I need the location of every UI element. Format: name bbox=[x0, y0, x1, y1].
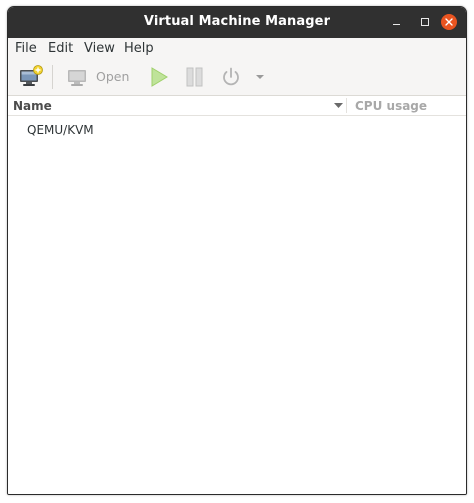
column-header-name[interactable]: Name bbox=[13, 99, 52, 113]
minimize-icon bbox=[393, 24, 400, 25]
pause-icon bbox=[186, 67, 203, 87]
close-icon bbox=[445, 18, 453, 26]
connection-list[interactable]: QEMU/KVM bbox=[8, 116, 466, 494]
menu-bar: File Edit View Help bbox=[8, 38, 466, 59]
connection-name: QEMU/KVM bbox=[27, 123, 94, 137]
shutdown-menu-button[interactable] bbox=[253, 65, 267, 89]
open-button-label: Open bbox=[96, 69, 130, 84]
menu-view[interactable]: View bbox=[84, 40, 115, 57]
menu-edit[interactable]: Edit bbox=[48, 40, 73, 57]
shutdown-button[interactable] bbox=[220, 65, 242, 89]
power-icon bbox=[223, 67, 239, 86]
column-header-cpu-usage[interactable]: CPU usage bbox=[355, 99, 427, 113]
run-button[interactable] bbox=[148, 65, 170, 89]
column-divider[interactable] bbox=[346, 98, 347, 113]
monitor-plus-icon bbox=[20, 65, 43, 86]
list-header: Name CPU usage bbox=[8, 96, 466, 116]
play-icon bbox=[151, 67, 168, 87]
caret-down-icon bbox=[256, 75, 264, 79]
close-button[interactable] bbox=[441, 14, 457, 30]
open-button[interactable]: Open bbox=[64, 65, 132, 89]
sort-down-icon bbox=[334, 103, 343, 108]
maximize-icon bbox=[421, 18, 429, 26]
monitor-icon bbox=[68, 70, 86, 86]
menu-help[interactable]: Help bbox=[124, 40, 154, 57]
menu-file[interactable]: File bbox=[15, 40, 37, 57]
list-item[interactable]: QEMU/KVM bbox=[8, 120, 466, 140]
app-window: Virtual Machine Manager File Edit View H… bbox=[7, 6, 467, 495]
new-vm-button[interactable] bbox=[18, 65, 44, 89]
maximize-button[interactable] bbox=[415, 12, 435, 32]
pause-button[interactable] bbox=[184, 65, 206, 89]
toolbar-separator bbox=[52, 65, 53, 89]
toolbar: Open bbox=[8, 59, 466, 96]
title-bar[interactable]: Virtual Machine Manager bbox=[8, 7, 466, 38]
minimize-button[interactable] bbox=[387, 12, 407, 32]
